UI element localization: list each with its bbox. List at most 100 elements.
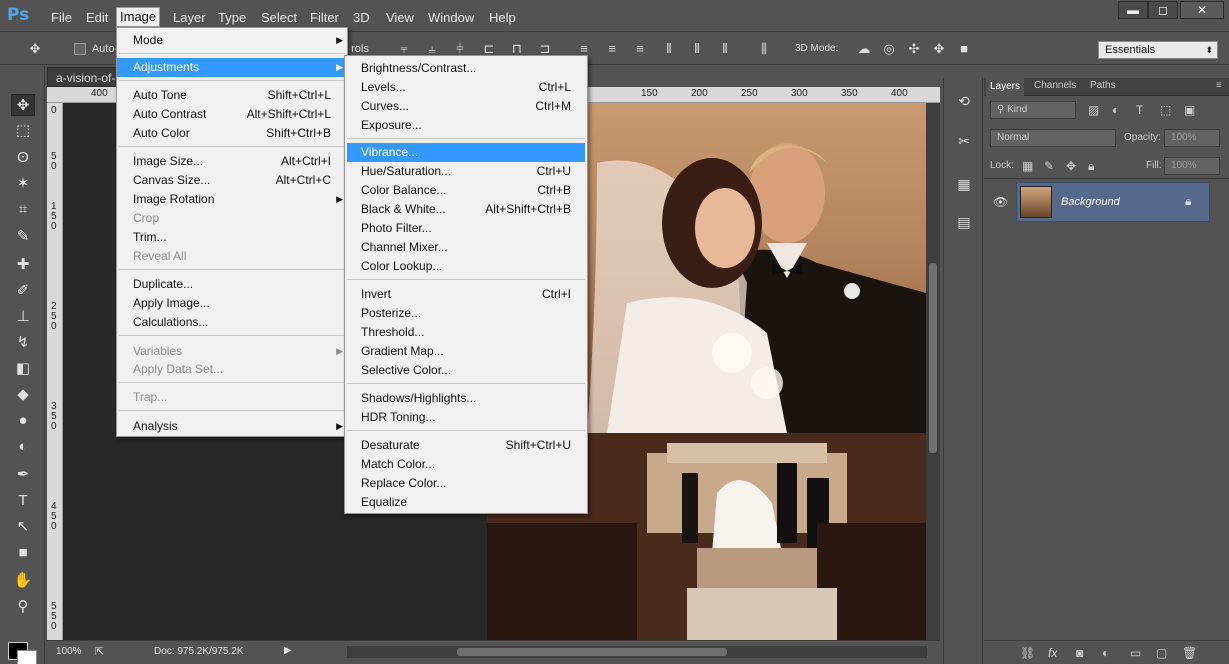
lock-pixels-icon[interactable]: ✎	[1044, 159, 1054, 173]
menu-file[interactable]: File	[48, 9, 75, 27]
layer-style-icon[interactable]: fx	[1048, 646, 1057, 660]
pen-tool-icon[interactable]: ✒	[11, 464, 35, 486]
eyedropper-tool-icon[interactable]: ✎	[11, 226, 35, 248]
crop-tool-icon[interactable]: ⌗	[11, 199, 35, 221]
menu-item-image-size[interactable]: Image Size... Alt+Ctrl+I	[117, 152, 347, 171]
3d-roll-icon[interactable]: ◎	[880, 41, 898, 57]
distribute-bottom-icon[interactable]: ≡	[631, 41, 649, 57]
menu-3d[interactable]: 3D	[350, 9, 373, 27]
menu-item-color-balance[interactable]: Color Balance... Ctrl+B	[345, 181, 587, 200]
3d-pan-icon[interactable]: ✣	[905, 41, 923, 57]
menu-item-exposure[interactable]: Exposure...	[345, 116, 587, 135]
magic-wand-tool-icon[interactable]: ✶	[11, 173, 35, 195]
adjustment-layer-icon[interactable]: ◐	[1102, 646, 1109, 660]
delete-layer-icon[interactable]: 🗑︎	[1182, 646, 1197, 660]
menu-item-adjustments[interactable]: Adjustments ▶	[117, 58, 347, 77]
panel-menu-icon[interactable]: ≡	[1212, 80, 1226, 91]
lasso-tool-icon[interactable]: ʘ	[11, 147, 35, 169]
filter-shape-icon[interactable]: ⬚	[1160, 103, 1171, 117]
tab-layers[interactable]: Layers	[986, 78, 1025, 96]
horizontal-scrollbar[interactable]	[347, 646, 927, 658]
background-color-swatch[interactable]	[17, 650, 37, 664]
eye-icon[interactable]: 👁︎	[993, 195, 1008, 209]
menu-item-image-rotation[interactable]: Image Rotation ▶	[117, 190, 347, 209]
zoom-tool-icon[interactable]: ⚲	[11, 596, 35, 618]
menu-window[interactable]: Window	[425, 9, 477, 27]
distribute-left-icon[interactable]: ⫴	[660, 41, 678, 57]
fill-input[interactable]: 100%	[1164, 157, 1220, 175]
menu-select[interactable]: Select	[258, 9, 300, 27]
filter-kind-select[interactable]: ⚲ Kind	[990, 101, 1076, 119]
menu-item-calculations[interactable]: Calculations...	[117, 313, 347, 332]
layer-name[interactable]: Background	[1061, 196, 1120, 208]
menu-item-posterize[interactable]: Posterize...	[345, 304, 587, 323]
menu-item-duplicate[interactable]: Duplicate...	[117, 275, 347, 294]
menu-item-replace-color[interactable]: Replace Color...	[345, 474, 587, 493]
hand-tool-icon[interactable]: ✋	[11, 570, 35, 592]
auto-select-checkbox[interactable]	[74, 43, 86, 55]
menu-item-desaturate[interactable]: Desaturate Shift+Ctrl+U	[345, 436, 587, 455]
menu-item-mode[interactable]: Mode ▶	[117, 31, 347, 50]
lock-all-icon[interactable]: 🔒︎	[1088, 159, 1094, 174]
blend-mode-select[interactable]: Normal	[990, 129, 1116, 147]
menu-image[interactable]: Image	[116, 7, 161, 27]
menu-item-channel-mixer[interactable]: Channel Mixer...	[345, 238, 587, 257]
rectangle-tool-icon[interactable]: ■	[11, 542, 35, 564]
filter-type-icon[interactable]: T	[1136, 103, 1143, 117]
tab-channels[interactable]: Channels	[1030, 80, 1080, 91]
menu-item-black-white[interactable]: Black & White... Alt+Shift+Ctrl+B	[345, 200, 587, 219]
filter-smart-object-icon[interactable]: ▣	[1184, 103, 1195, 117]
styles-panel-icon[interactable]: ▤	[953, 211, 975, 233]
menu-item-gradient-map[interactable]: Gradient Map...	[345, 342, 587, 361]
opacity-input[interactable]: 100%	[1164, 129, 1220, 147]
menu-item-apply-image[interactable]: Apply Image...	[117, 294, 347, 313]
move-tool-icon[interactable]: ✥	[11, 94, 35, 116]
play-icon[interactable]: ▶	[284, 645, 292, 656]
history-brush-tool-icon[interactable]: ↯	[11, 332, 35, 354]
add-mask-icon[interactable]: ◙	[1076, 646, 1083, 660]
distribute-vcenter-icon[interactable]: ≡	[603, 41, 621, 57]
menu-item-color-lookup[interactable]: Color Lookup...	[345, 257, 587, 276]
filter-pixel-icon[interactable]: ▨	[1088, 103, 1099, 117]
menu-view[interactable]: View	[383, 9, 417, 27]
menu-type[interactable]: Type	[215, 9, 249, 27]
menu-filter[interactable]: Filter	[307, 9, 342, 27]
tools-preset-panel-icon[interactable]: ✂	[953, 130, 975, 152]
menu-item-auto-contrast[interactable]: Auto Contrast Alt+Shift+Ctrl+L	[117, 105, 347, 124]
3d-scale-icon[interactable]: ■	[955, 41, 973, 57]
menu-item-vibrance[interactable]: Vibrance...	[347, 143, 585, 162]
move-tool-preset-icon[interactable]: ✥	[26, 41, 44, 57]
clone-stamp-tool-icon[interactable]: ⊥	[11, 306, 35, 328]
path-selection-tool-icon[interactable]: ↖	[11, 516, 35, 538]
marquee-tool-icon[interactable]: ⬚	[11, 120, 35, 142]
distribute-right-icon[interactable]: ⫴	[716, 41, 734, 57]
history-panel-icon[interactable]: ⟲	[953, 90, 975, 112]
swatches-panel-icon[interactable]: ▦	[953, 173, 975, 195]
menu-item-shadows-highlights[interactable]: Shadows/Highlights...	[345, 389, 587, 408]
3d-rotate-icon[interactable]: ☁	[855, 41, 873, 57]
menu-item-analysis[interactable]: Analysis ▶	[117, 417, 347, 436]
filter-adjustment-icon[interactable]: ◐	[1112, 103, 1119, 117]
blur-tool-icon[interactable]: ●	[11, 410, 35, 432]
vertical-scrollbar[interactable]	[926, 103, 940, 640]
close-button[interactable]: ✕	[1180, 1, 1224, 19]
menu-item-auto-tone[interactable]: Auto Tone Shift+Ctrl+L	[117, 86, 347, 105]
healing-brush-tool-icon[interactable]: ✚	[11, 254, 35, 276]
paint-bucket-tool-icon[interactable]: ◆	[11, 384, 35, 406]
menu-item-auto-color[interactable]: Auto Color Shift+Ctrl+B	[117, 124, 347, 143]
menu-item-curves[interactable]: Curves... Ctrl+M	[345, 97, 587, 116]
new-layer-icon[interactable]: ▢	[1156, 646, 1167, 660]
menu-item-hue-saturation[interactable]: Hue/Saturation... Ctrl+U	[345, 162, 587, 181]
eraser-tool-icon[interactable]: ◧	[11, 358, 35, 380]
menu-item-trim[interactable]: Trim...	[117, 228, 347, 247]
workspace-select[interactable]: Essentials ⬍	[1098, 41, 1218, 59]
new-group-icon[interactable]: ▭	[1130, 646, 1141, 660]
link-layers-icon[interactable]: ⛓	[1020, 646, 1035, 660]
menu-help[interactable]: Help	[486, 9, 519, 27]
lock-position-icon[interactable]: ✥	[1066, 159, 1076, 173]
3d-slide-icon[interactable]: ✥	[930, 41, 948, 57]
lock-transparent-icon[interactable]: ▦	[1022, 159, 1033, 173]
share-icon[interactable]: ⇱	[95, 645, 104, 658]
menu-layer[interactable]: Layer	[170, 9, 209, 27]
menu-item-equalize[interactable]: Equalize	[345, 493, 587, 512]
